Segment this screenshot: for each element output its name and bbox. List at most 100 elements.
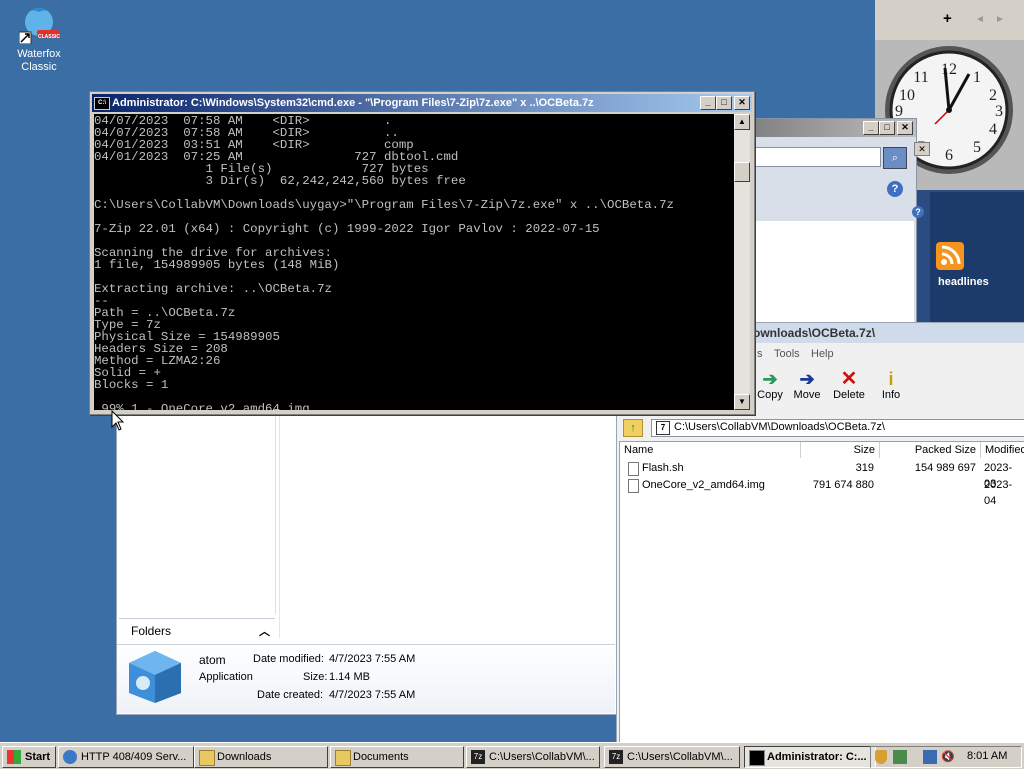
menu-help[interactable]: Help <box>811 348 834 360</box>
system-tray: 🔇 8:01 AM <box>870 746 1022 768</box>
table-row[interactable]: Flash.sh 319 154 989 697 2023-03 <box>624 460 1024 490</box>
computer-icon[interactable] <box>923 750 937 764</box>
maximize-button[interactable]: □ <box>716 96 732 110</box>
classic-badge: CLASSIC <box>38 34 60 40</box>
windows-logo-icon <box>7 750 21 764</box>
waterfox-icon: CLASSIC <box>18 4 60 45</box>
details-pane: atom Application Date modified: 4/7/2023… <box>117 644 615 713</box>
svg-text:5: 5 <box>973 139 981 156</box>
help-icon[interactable]: ? <box>912 206 924 218</box>
archive-icon: 7 <box>656 421 670 435</box>
menu-item[interactable]: s <box>757 348 763 360</box>
size-value: 1.14 MB <box>329 671 370 683</box>
add-gadget-button[interactable]: + <box>943 10 952 27</box>
folder-icon <box>199 750 215 766</box>
row-name: OneCore_v2_amd64.img <box>642 479 765 491</box>
modified-label: Date modified: <box>253 653 324 665</box>
desktop-icon-waterfox[interactable]: CLASSIC Waterfox Classic <box>8 4 70 74</box>
row-packed: 154 989 697 <box>914 462 976 474</box>
scroll-down-icon[interactable]: ▼ <box>734 394 750 410</box>
start-button[interactable]: Start <box>2 746 56 768</box>
taskbar-item-7zip-1[interactable]: 7z C:\Users\CollabVM\... <box>466 746 600 768</box>
next-button[interactable]: ► <box>995 14 1005 25</box>
svg-text:4: 4 <box>989 121 997 138</box>
file-icon <box>628 462 639 476</box>
prev-button[interactable]: ◄ <box>975 14 985 25</box>
rss-icon <box>936 242 964 270</box>
close-button[interactable]: ✕ <box>914 142 930 156</box>
network-icon[interactable] <box>893 750 907 764</box>
info-button[interactable]: i Info <box>871 369 911 401</box>
up-folder-icon[interactable]: ↑ <box>623 419 643 437</box>
console-output[interactable]: 04/07/2023 07:58 AM <DIR> . 04/07/2023 0… <box>94 114 734 410</box>
task-label: C:\Users\CollabVM\... <box>627 751 733 763</box>
task-label: Downloads <box>217 751 272 763</box>
desktop-icon-label: Waterfox <box>17 48 61 60</box>
taskbar-item-http[interactable]: HTTP 408/409 Serv... <box>58 746 194 768</box>
start-label: Start <box>25 751 51 763</box>
created-label: Date created: <box>257 689 324 701</box>
copy-button[interactable]: ➔ Copy <box>750 369 790 401</box>
menu-tools[interactable]: Tools <box>774 348 800 360</box>
shield-icon[interactable] <box>875 750 887 764</box>
task-label: Administrator: C:... <box>767 751 867 763</box>
task-label: HTTP 408/409 Serv... <box>81 751 187 763</box>
size-label: Size: <box>303 671 328 683</box>
move-label: Move <box>793 389 821 401</box>
scroll-thumb[interactable] <box>734 162 750 182</box>
column-packed-size[interactable]: Packed Size <box>880 442 981 458</box>
taskbar-item-downloads[interactable]: Downloads <box>194 746 328 768</box>
file-view <box>279 414 616 638</box>
minimize-button[interactable]: _ <box>863 121 879 135</box>
maximize-button[interactable]: □ <box>879 121 895 135</box>
clock-time[interactable]: 8:01 AM <box>967 750 1007 762</box>
svg-text:6: 6 <box>945 147 953 164</box>
taskbar-item-7zip-2[interactable]: 7z C:\Users\CollabVM\... <box>604 746 740 768</box>
column-modified[interactable]: Modified <box>981 442 1024 458</box>
search-icon[interactable]: ⌕ <box>883 147 907 169</box>
delete-label: Delete <box>833 389 865 401</box>
chevron-up-icon[interactable]: ︿ <box>259 623 270 639</box>
console-text: 04/07/2023 07:58 AM <DIR> . 04/07/2023 0… <box>94 114 674 410</box>
taskbar-item-documents[interactable]: Documents <box>330 746 464 768</box>
created-value: 4/7/2023 7:55 AM <box>329 689 416 701</box>
scroll-up-icon[interactable]: ▲ <box>734 114 750 130</box>
folders-bar[interactable]: Folders ︿ <box>119 618 275 641</box>
results-pane <box>751 221 914 323</box>
close-button[interactable]: ✕ <box>734 96 750 110</box>
minimize-button[interactable]: _ <box>700 96 716 110</box>
mouse-cursor-icon <box>111 409 125 435</box>
move-icon: ➔ <box>799 369 815 389</box>
feed-label: headlines <box>938 276 989 288</box>
7zip-icon: 7z <box>609 750 623 764</box>
copy-icon: ➔ <box>762 369 778 389</box>
volume-muted-icon[interactable]: 🔇 <box>941 750 955 764</box>
delete-icon: ✕ <box>840 368 858 390</box>
cmd-window: C:\ Administrator: C:\Windows\System32\c… <box>89 91 755 415</box>
file-icon <box>628 479 639 493</box>
taskbar-item-cmd[interactable]: Administrator: C:... <box>744 746 876 768</box>
close-button[interactable]: ✕ <box>897 121 913 135</box>
feed-headlines-gadget[interactable]: headlines <box>930 192 1024 322</box>
application-icon <box>127 649 183 705</box>
cmd-icon: C:\ <box>94 97 110 110</box>
window-title: Administrator: C:\Windows\System32\cmd.e… <box>112 97 594 109</box>
taskbar: Start HTTP 408/409 Serv... Downloads Doc… <box>0 742 1024 769</box>
7zip-icon: 7z <box>471 750 485 764</box>
address-bar[interactable]: 7 C:\Users\CollabVM\Downloads\OCBeta.7z\ <box>651 419 1024 437</box>
column-name[interactable]: Name <box>620 442 801 458</box>
cmd-titlebar[interactable]: C:\ Administrator: C:\Windows\System32\c… <box>92 94 752 112</box>
file-type: Application <box>199 671 253 683</box>
search-input[interactable] <box>755 147 881 167</box>
vertical-scrollbar[interactable]: ▲ ▼ <box>734 114 750 410</box>
move-button[interactable]: ➔ Move <box>787 369 827 401</box>
address-path: C:\Users\CollabVM\Downloads\OCBeta.7z\ <box>674 421 885 433</box>
row-modified: 2023-04 <box>984 479 1013 507</box>
copy-label: Copy <box>757 389 783 401</box>
column-size[interactable]: Size <box>801 442 880 458</box>
browser-icon <box>63 750 77 764</box>
file-name: atom <box>199 653 226 667</box>
table-row[interactable]: OneCore_v2_amd64.img 791 674 880 2023-04 <box>624 477 1024 507</box>
help-icon[interactable]: ? <box>887 181 903 197</box>
delete-button[interactable]: ✕ Delete <box>829 369 869 401</box>
